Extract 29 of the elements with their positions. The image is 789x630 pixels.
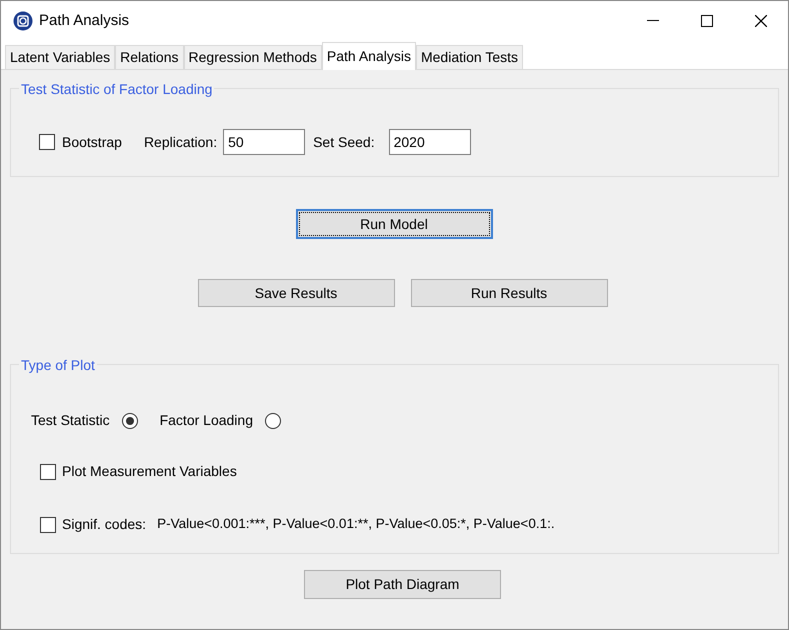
checkbox-label: Plot Measurement Variables (62, 462, 237, 481)
tab[interactable]: Regression Methods (184, 45, 322, 69)
radio-label: Factor Loading (160, 411, 253, 430)
plot-path-diagram-button[interactable]: Plot Path Diagram (304, 570, 501, 599)
checkbox-label: Bootstrap (62, 132, 122, 152)
window-title: Path Analysis (39, 10, 130, 31)
radio-label: Test Statistic (31, 411, 110, 430)
field-label: Set Seed: (313, 132, 375, 152)
minimize-icon (647, 20, 659, 22)
radio-button[interactable] (265, 412, 281, 428)
tab[interactable]: Mediation Tests (416, 45, 523, 69)
checkbox[interactable] (39, 134, 55, 150)
radio-button[interactable] (122, 412, 138, 428)
input-field[interactable]: 2020 (388, 129, 471, 155)
checkbox-label: Signif. codes: (62, 515, 146, 534)
tab[interactable]: Path Analysis (322, 42, 416, 70)
run-results-button[interactable]: Run Results (410, 279, 608, 307)
maximize-icon (701, 15, 713, 27)
app-icon (13, 11, 33, 31)
checkbox[interactable] (40, 516, 56, 532)
run-model-button[interactable]: Run Model (296, 209, 492, 239)
signif-codes-text: P-Value<0.001:***, P-Value<0.01:**, P-Value<0.05:*, P-Value<0.1:. (157, 515, 555, 534)
checkbox[interactable] (40, 464, 56, 480)
close-icon (755, 15, 767, 27)
tab[interactable]: Latent Variables (5, 45, 116, 69)
field-label: Replication: (144, 132, 218, 152)
tab[interactable]: Relations (115, 45, 184, 69)
save-results-button[interactable]: Save Results (198, 279, 394, 307)
input-field[interactable]: 50 (223, 129, 306, 155)
